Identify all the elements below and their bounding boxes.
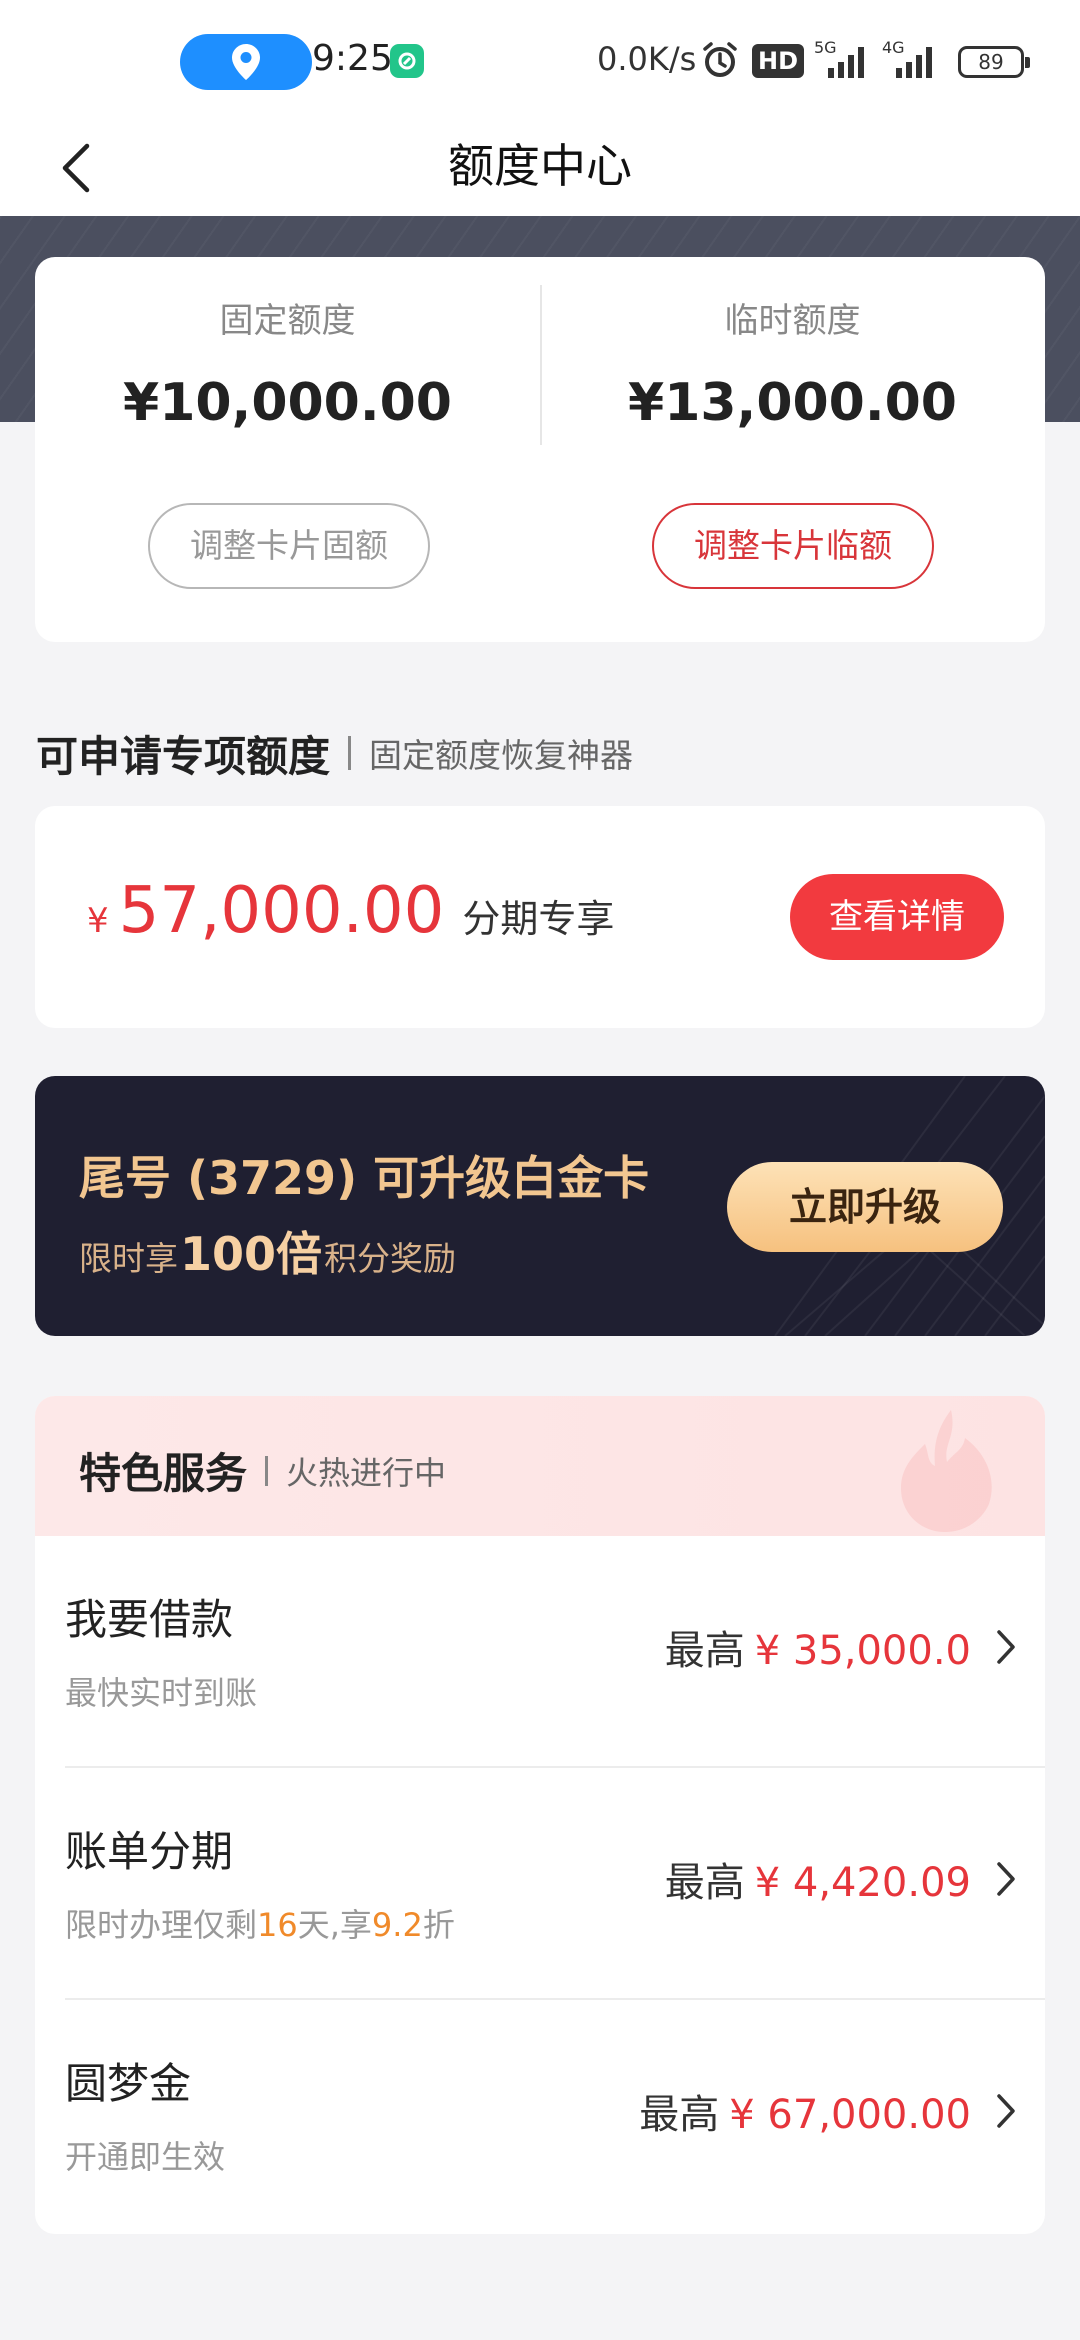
service-name: 我要借款: [65, 1595, 234, 1644]
max-amount: ¥ 35,000.0: [754, 1628, 971, 1674]
chevron-right-icon: [997, 2094, 1015, 2128]
service-max-amount: 最高 ¥ 4,420.09: [665, 1850, 971, 1908]
location-pill[interactable]: [180, 34, 312, 90]
service-item-dream-fund[interactable]: 圆梦金 开通即生效 最高 ¥ 67,000.00: [35, 2000, 1045, 2232]
temp-quota-amount: ¥13,000.00: [628, 373, 957, 433]
chevron-right-icon: [997, 1630, 1015, 1664]
max-label: 最高: [664, 1628, 745, 1674]
service-desc: 开通即生效: [65, 2138, 226, 2176]
signal-4g-icon: 4G: [882, 38, 944, 84]
max-amount: ¥ 4,420.09: [754, 1860, 971, 1906]
chevron-right-icon: [997, 1862, 1015, 1896]
currency-symbol: ¥: [87, 901, 109, 941]
status-time: 9:25: [312, 38, 393, 79]
battery-icon: 89: [958, 46, 1030, 78]
desc-text: 天,享: [297, 1906, 372, 1944]
upgrade-sub-multiplier: 100倍: [180, 1227, 323, 1281]
max-amount: ¥ 67,000.00: [729, 2092, 971, 2138]
special-quota-amount: 57,000.00: [118, 874, 445, 948]
service-max-amount: 最高 ¥ 35,000.0: [665, 1618, 971, 1676]
service-item-loan[interactable]: 我要借款 最快实时到账 最高 ¥ 35,000.0: [35, 1536, 1045, 1768]
hd-badge: HD: [752, 44, 805, 78]
service-desc: 限时办理仅剩16天,享9.2折: [65, 1900, 455, 1946]
services-subtitle: 火热进行中: [286, 1453, 447, 1492]
alarm-icon: [700, 40, 740, 84]
special-quota-header: 可申请专项额度 固定额度恢复神器: [36, 726, 634, 781]
signal-4g-label: 4G: [882, 38, 905, 57]
service-item-installment[interactable]: 账单分期 限时办理仅剩16天,享9.2折 最高 ¥ 4,420.09: [35, 1768, 1045, 2000]
fixed-quota-label: 固定额度: [219, 301, 356, 341]
upgrade-title: 尾号 (3729) 可升级白金卡: [79, 1151, 650, 1205]
services-title-row: 特色服务 火热进行中: [79, 1440, 446, 1501]
upgrade-sub-suffix: 积分奖励: [324, 1239, 457, 1278]
discount-rate: 9.2: [371, 1906, 423, 1944]
view-details-button[interactable]: 查看详情: [790, 874, 1004, 960]
days-remaining: 16: [257, 1906, 298, 1944]
special-amount-group: ¥ 57,000.00 分期专享: [87, 874, 614, 948]
nav-bar: 额度中心: [0, 120, 1080, 216]
max-label: 最高: [664, 1860, 745, 1906]
services-header: 特色服务 火热进行中: [35, 1396, 1045, 1536]
special-quota-desc: 分期专享: [462, 897, 615, 941]
fixed-quota-amount: ¥10,000.00: [123, 373, 452, 433]
location-icon: [232, 44, 260, 80]
special-quota-card: ¥ 57,000.00 分期专享 查看详情: [35, 806, 1045, 1028]
service-desc: 最快实时到账: [65, 1674, 258, 1712]
service-name: 账单分期: [65, 1827, 234, 1876]
special-quota-title: 可申请专项额度: [36, 731, 331, 781]
service-name: 圆梦金: [65, 2059, 192, 2108]
app-icon: [390, 44, 424, 78]
services-title: 特色服务: [79, 1449, 248, 1498]
page-title: 额度中心: [448, 139, 632, 193]
adjust-fixed-quota-button[interactable]: 调整卡片固额: [148, 503, 430, 589]
max-label: 最高: [639, 2092, 720, 2138]
title-separator: [348, 736, 352, 770]
title-separator: [265, 1455, 269, 1486]
services-card: 特色服务 火热进行中 我要借款 最快实时到账 最高 ¥ 35,000.0 账单分…: [35, 1396, 1045, 2234]
status-bar: 9:25 0.0K/s HD 5G 4G 89: [0, 0, 1080, 120]
desc-text: 限时办理仅剩: [65, 1906, 258, 1944]
flame-icon: [901, 1410, 992, 1532]
upgrade-subtitle: 限时享 100倍 积分奖励: [79, 1218, 456, 1284]
upgrade-banner[interactable]: 尾号 (3729) 可升级白金卡 限时享 100倍 积分奖励 立即升级: [35, 1076, 1045, 1336]
network-speed: 0.0K/s: [597, 40, 697, 78]
adjust-temp-quota-button[interactable]: 调整卡片临额: [652, 503, 934, 589]
service-max-amount: 最高 ¥ 67,000.00: [639, 2082, 971, 2140]
upgrade-sub-prefix: 限时享: [79, 1239, 178, 1278]
upgrade-now-button[interactable]: 立即升级: [727, 1162, 1003, 1252]
quota-card: 固定额度 ¥10,000.00 临时额度 ¥13,000.00 调整卡片固额 调…: [35, 257, 1045, 642]
temp-quota-label: 临时额度: [724, 301, 861, 341]
desc-text: 折: [422, 1906, 455, 1944]
special-quota-subtitle: 固定额度恢复神器: [369, 736, 634, 775]
signal-5g-icon: 5G: [814, 38, 874, 84]
signal-5g-label: 5G: [814, 38, 837, 57]
